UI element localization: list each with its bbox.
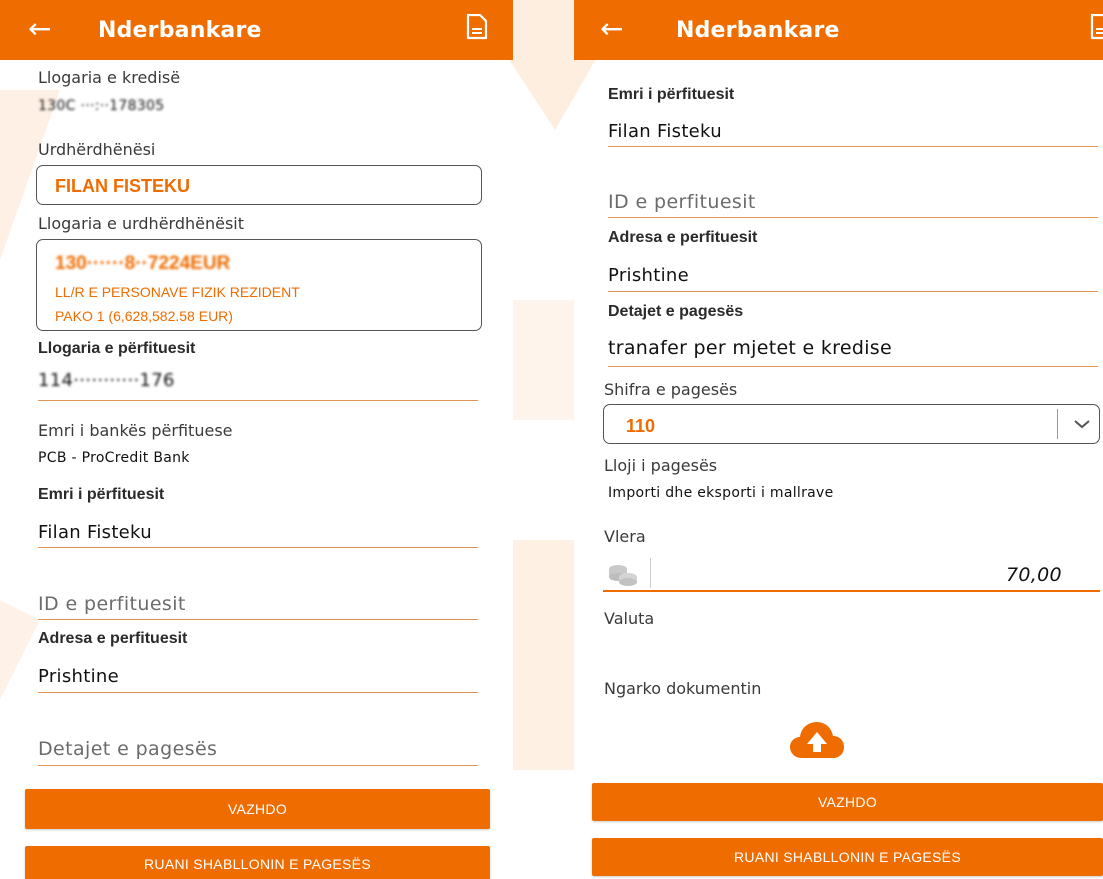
ordering-account-select[interactable]: 130······8··7224EUR LL/R E PERSONAVE FIZ… (36, 239, 482, 331)
payment-code-value: 110 (626, 416, 656, 436)
payment-type-label: Lloji i pagesës (604, 456, 718, 475)
upload-document-label: Ngarko dokumentin (604, 679, 762, 698)
input-underline (38, 619, 478, 620)
currency-label: Valuta (604, 609, 655, 628)
beneficiary-name-label: Emri i përfituesit (608, 86, 735, 103)
credit-account-value: 130C ···:··178305 (38, 98, 165, 114)
payment-details-label: Detajet e pagesës (608, 303, 744, 320)
document-icon[interactable] (466, 14, 488, 40)
payment-details-input[interactable]: Detajet e pagesës (38, 738, 217, 760)
arrow-left-icon[interactable]: ← (600, 12, 623, 46)
arrow-left-icon[interactable]: ← (28, 12, 51, 46)
credit-account-label: Llogaria e kredisë (38, 68, 181, 87)
beneficiary-address-label: Adresa e perfituesit (608, 229, 758, 246)
ordering-account-package: PAKO 1 (6,628,582.58 EUR) (55, 308, 233, 324)
continue-button[interactable]: VAZHDO (592, 783, 1103, 821)
ordering-account-number: 130······8··7224EUR (55, 253, 231, 274)
beneficiary-name-input[interactable]: Filan Fisteku (38, 522, 152, 543)
payment-details-input[interactable]: tranafer per mjetet e kredise (608, 337, 892, 359)
input-underline-focused (603, 590, 1100, 592)
input-underline (38, 765, 478, 766)
amount-input[interactable]: 70,00 (1006, 564, 1062, 586)
input-underline (608, 291, 1098, 292)
select-divider (1057, 409, 1058, 439)
beneficiary-address-label: Adresa e perfituesit (38, 630, 188, 647)
coins-icon (609, 565, 637, 586)
chevron-down-icon[interactable] (1072, 417, 1092, 431)
beneficiary-account-label: Llogaria e përfituesit (38, 340, 196, 357)
beneficiary-name-input[interactable]: Filan Fisteku (608, 121, 722, 142)
payment-code-select[interactable]: 110 (603, 404, 1100, 444)
document-icon[interactable] (1090, 14, 1103, 40)
amount-divider (650, 558, 651, 588)
beneficiary-id-input[interactable]: ID e perfituesit (38, 593, 186, 615)
left-screen: ← Nderbankare Llogaria e kredisë 130C ··… (0, 0, 513, 879)
amount-label: Vlera (604, 527, 646, 546)
right-screen: ← Nderbankare Emri i përfituesit Filan F… (574, 0, 1103, 879)
app-header: ← Nderbankare (0, 0, 513, 60)
ordering-party-label: Urdhërdhënësi (38, 140, 156, 159)
page-title: Nderbankare (676, 18, 840, 43)
input-underline (608, 217, 1098, 218)
page-title: Nderbankare (98, 18, 262, 43)
input-underline (608, 146, 1098, 147)
continue-button[interactable]: VAZHDO (25, 789, 490, 829)
ordering-party-value: FILAN FISTEKU (55, 176, 190, 196)
beneficiary-address-input[interactable]: Prishtine (38, 666, 119, 687)
ordering-party-field[interactable]: FILAN FISTEKU (36, 165, 482, 205)
beneficiary-name-label: Emri i përfituesit (38, 486, 165, 503)
input-underline (608, 366, 1098, 367)
payment-type-value: Importi dhe eksporti i mallrave (608, 485, 834, 501)
beneficiary-bank-label: Emri i bankës përfituese (38, 421, 233, 440)
input-underline (38, 692, 478, 693)
save-template-button[interactable]: RUANI SHABLLONIN E PAGESËS (25, 846, 490, 879)
input-underline (38, 400, 478, 401)
ordering-account-type: LL/R E PERSONAVE FIZIK REZIDENT (55, 284, 300, 300)
app-header: ← Nderbankare (574, 0, 1103, 60)
save-template-button[interactable]: RUANI SHABLLONIN E PAGESËS (592, 838, 1103, 876)
beneficiary-address-input[interactable]: Prishtine (608, 265, 689, 286)
beneficiary-bank-value: PCB - ProCredit Bank (38, 450, 190, 466)
cloud-upload-icon[interactable] (788, 720, 846, 760)
ordering-account-label: Llogaria e urdhërdhënësit (38, 214, 245, 233)
payment-code-label: Shifra e pagesës (604, 380, 738, 399)
beneficiary-id-input[interactable]: ID e perfituesit (608, 191, 756, 213)
beneficiary-account-input[interactable]: 114···········176 (38, 370, 175, 391)
input-underline (38, 547, 478, 548)
